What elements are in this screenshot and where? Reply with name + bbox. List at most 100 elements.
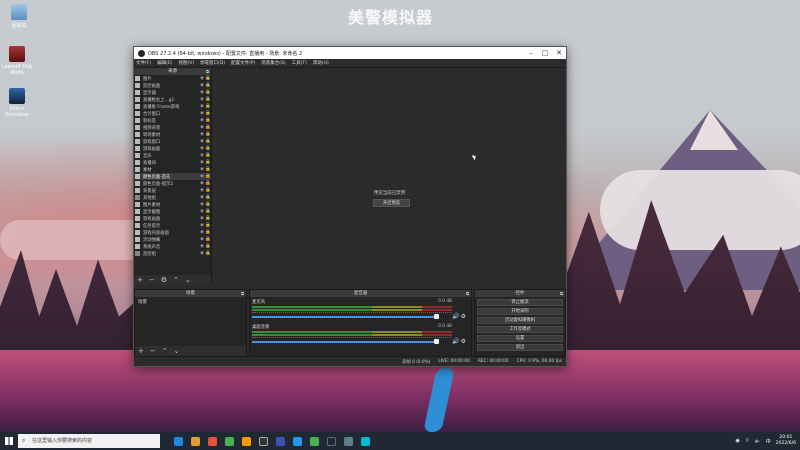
menu-item[interactable]: 工具(T) <box>292 60 307 66</box>
speaker-icon[interactable]: 🔊 <box>452 313 460 320</box>
app-icon[interactable] <box>242 436 251 446</box>
source-item[interactable]: 音乐 ◉ 🔒 <box>134 152 211 159</box>
source-item[interactable]: 游戏画面 ◉ 🔒 <box>134 215 211 222</box>
dock-float-icon[interactable]: ⧉ <box>206 68 209 75</box>
source-item[interactable]: 游戏窗口 ◉ 🔒 <box>134 138 211 145</box>
input-method-icon[interactable]: 中 <box>766 438 771 445</box>
source-item[interactable]: 其他组 ◉ 🔒 <box>134 194 211 201</box>
move-down-icon[interactable]: ⌄ <box>174 346 180 356</box>
studio-mode-button[interactable]: 工作室模式 <box>477 326 563 333</box>
source-item[interactable]: 游戏内容画面 ◉ 🔒 <box>134 229 211 236</box>
source-item[interactable]: 任务提示 ◉ 🔒 <box>134 222 211 229</box>
notification-icon[interactable]: ◉ <box>735 438 739 444</box>
source-item[interactable]: 直播间 ◉ 🔒 <box>134 159 211 166</box>
lock-icon[interactable]: 🔒 <box>205 104 211 109</box>
desktop-icon-police-simulator[interactable]: Police Simulator <box>0 88 34 118</box>
close-icon[interactable]: ✕ <box>552 49 566 57</box>
desktop-icon-recycle-bin[interactable]: 回收站 <box>2 4 36 29</box>
app-icon[interactable] <box>208 436 217 446</box>
source-item[interactable]: 合计窗口 ◉ 🔒 <box>134 110 211 117</box>
menu-item[interactable]: 文件(F) <box>136 60 151 66</box>
source-item[interactable]: 活动弹幕 ◉ 🔒 <box>134 236 211 243</box>
desktop-icon-lawsuit-hub[interactable]: Lawsuit Hub Mafia <box>0 46 34 76</box>
dock-float-icon[interactable]: ⧉ <box>466 290 469 297</box>
volume-slider[interactable] <box>252 341 435 343</box>
add-scene-icon[interactable]: + <box>138 346 144 356</box>
minimize-icon[interactable]: – <box>524 49 538 57</box>
source-item[interactable]: 系统声音 ◉ 🔒 <box>134 243 211 250</box>
lock-icon[interactable]: 🔒 <box>205 230 211 235</box>
taskbar-search-input[interactable]: ⌕ 在这里输入你要搜索的内容 <box>18 434 160 448</box>
source-item[interactable]: 直播框 Frame游戏 ◉ 🔒 <box>134 103 211 110</box>
network-icon[interactable]: ⌔ <box>745 438 750 444</box>
lock-icon[interactable]: 🔒 <box>205 139 211 144</box>
source-item[interactable]: 游戏画面 ◉ 🔒 <box>134 145 211 152</box>
steam-icon[interactable] <box>327 436 336 446</box>
lock-icon[interactable]: 🔒 <box>205 160 211 165</box>
menu-item[interactable]: 场景集合(S) <box>261 60 285 66</box>
settings-button[interactable]: 设置 <box>477 335 563 342</box>
source-item[interactable]: 颜色页面-提示2 ◉ 🔒 <box>134 180 211 187</box>
start-button[interactable] <box>0 432 18 450</box>
lock-icon[interactable]: 🔒 <box>205 202 211 207</box>
source-item[interactable]: 监控组 ◉ 🔒 <box>134 250 211 257</box>
add-source-icon[interactable]: + <box>137 275 143 285</box>
lock-icon[interactable]: 🔒 <box>205 118 211 123</box>
lock-icon[interactable]: 🔒 <box>205 174 211 179</box>
chrome-icon[interactable] <box>225 436 234 446</box>
menu-item[interactable]: 停靠窗口(D) <box>200 60 225 66</box>
source-item[interactable]: 监控画面 ◉ 🔒 <box>134 82 211 89</box>
gear-icon[interactable]: ⚙ <box>161 275 167 285</box>
app-icon[interactable] <box>293 436 302 446</box>
gear-icon[interactable]: ⚙ <box>461 338 467 345</box>
volume-slider-handle[interactable] <box>434 339 439 344</box>
wechat-icon[interactable] <box>310 436 319 446</box>
lock-icon[interactable]: 🔒 <box>205 251 211 256</box>
app-icon[interactable] <box>344 436 353 446</box>
source-item[interactable]: 图片素材 ◉ 🔒 <box>134 201 211 208</box>
volume-slider-handle[interactable] <box>434 314 439 319</box>
move-down-icon[interactable]: ⌄ <box>185 275 191 285</box>
lock-icon[interactable]: 🔒 <box>205 111 211 116</box>
lock-icon[interactable]: 🔒 <box>205 125 211 130</box>
move-up-icon[interactable]: ⌃ <box>162 346 168 356</box>
lock-icon[interactable]: 🔒 <box>205 83 211 88</box>
source-item[interactable]: 素材 ◉ 🔒 <box>134 166 211 173</box>
lock-icon[interactable]: 🔒 <box>205 216 211 221</box>
remove-scene-icon[interactable]: − <box>150 346 156 356</box>
lock-icon[interactable]: 🔒 <box>205 90 211 95</box>
volume-slider[interactable] <box>252 316 435 318</box>
exit-button[interactable]: 退出 <box>477 344 563 351</box>
volume-icon[interactable]: 🔈 <box>755 438 761 444</box>
maximize-icon[interactable]: □ <box>538 49 552 57</box>
source-item[interactable]: 背景层 ◉ 🔒 <box>134 187 211 194</box>
lock-icon[interactable]: 🔒 <box>205 188 211 193</box>
lock-icon[interactable]: 🔒 <box>205 237 211 242</box>
start-recording-button[interactable]: 开始录制 <box>477 308 563 315</box>
lock-icon[interactable]: 🔒 <box>205 167 211 172</box>
lock-icon[interactable]: 🔒 <box>205 244 211 249</box>
lock-icon[interactable]: 🔒 <box>205 76 211 81</box>
lock-icon[interactable]: 🔒 <box>205 209 211 214</box>
menu-item[interactable]: 帮助(H) <box>313 60 329 66</box>
source-item[interactable]: 直播框右上…g1 ◉ 🔒 <box>134 96 211 103</box>
speaker-icon[interactable]: 🔊 <box>452 338 460 345</box>
source-item[interactable]: 视频背景 ◉ 🔒 <box>134 124 211 131</box>
lock-icon[interactable]: 🔒 <box>205 195 211 200</box>
lock-icon[interactable]: 🔒 <box>205 181 211 186</box>
menu-item[interactable]: 编辑(E) <box>157 60 172 66</box>
lock-icon[interactable]: 🔒 <box>205 153 211 158</box>
menu-item[interactable]: 视图(V) <box>178 60 194 66</box>
lock-icon[interactable]: 🔒 <box>205 132 211 137</box>
lock-icon[interactable]: 🔒 <box>205 97 211 102</box>
preview-area[interactable]: 预览当前已禁用 开启预览 <box>213 68 566 289</box>
clock[interactable]: 20:01 2022/6/6 <box>776 435 796 447</box>
source-item[interactable]: 显示截图 ◉ 🔒 <box>134 208 211 215</box>
lock-icon[interactable]: 🔒 <box>205 223 211 228</box>
move-up-icon[interactable]: ⌃ <box>173 275 179 285</box>
obs-taskbar-icon[interactable] <box>259 436 268 446</box>
stop-streaming-button[interactable]: 停止推流 <box>477 299 563 306</box>
task-view-icon[interactable] <box>174 436 183 446</box>
lock-icon[interactable]: 🔒 <box>205 146 211 151</box>
source-item[interactable]: 显示器 ◉ 🔒 <box>134 89 211 96</box>
